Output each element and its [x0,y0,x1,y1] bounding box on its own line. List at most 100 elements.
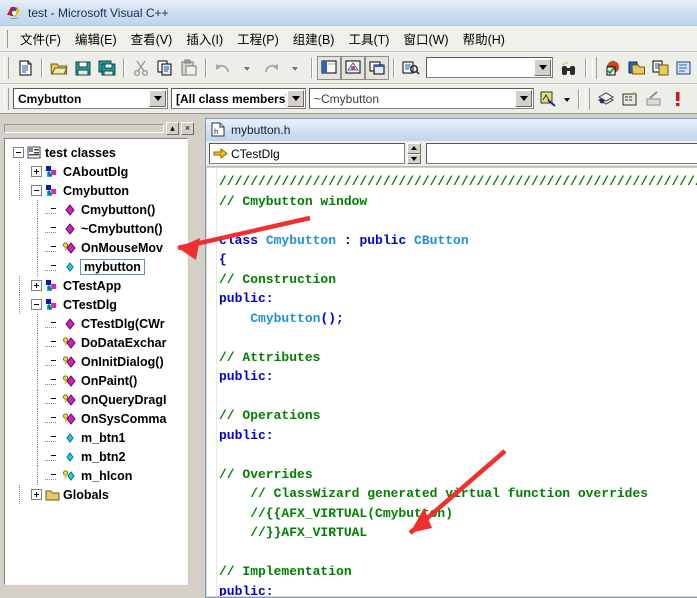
tree-collapse-button[interactable] [31,299,42,310]
tree-indent [5,466,49,485]
menu-help[interactable]: 帮助(H) [456,26,512,51]
open-folder-icon[interactable] [47,56,71,80]
tree-expand-button[interactable] [31,280,42,291]
member-combo-value: ~Cmybutton [314,91,380,106]
tree-node-cmybutton[interactable]: Cmybutton [5,181,187,200]
undo-icon[interactable] [211,56,235,80]
tree-node-test-classes[interactable]: test classes [5,143,187,162]
scope-spinner-down[interactable] [407,153,421,164]
exclamation-icon[interactable] [666,87,690,111]
redo-icon[interactable] [259,56,283,80]
tree-expand-button[interactable] [31,489,42,500]
panel-close-button[interactable]: × [181,121,194,135]
code-token: public [359,232,415,248]
members-combo-dropdown-icon[interactable] [287,90,304,107]
tree-guide-line [37,447,38,466]
tree-node-m-hicon[interactable]: m_hIcon [5,466,187,485]
menu-window[interactable]: 窗口(W) [396,26,455,51]
menu-edit[interactable]: 编辑(E) [68,26,124,51]
tree-collapse-button[interactable] [31,185,42,196]
tree-node-onpaint[interactable]: OnPaint() [5,371,187,390]
save-all-icon[interactable] [95,56,119,80]
tree-expand-button[interactable] [31,166,42,177]
tree-collapse-button[interactable] [13,147,24,158]
tree-node-onsyscomma[interactable]: OnSysComma [5,409,187,428]
wizardbar-grip[interactable] [4,87,9,110]
member-combo-dropdown-icon[interactable] [515,90,532,107]
scope-combo[interactable]: CTestDlg [209,143,405,164]
tree-node-mybutton[interactable]: mybutton [5,257,187,276]
paste-icon[interactable] [177,56,201,80]
output-window-icon[interactable] [341,55,365,80]
build-icon[interactable] [618,87,642,111]
standard-toolbar-grip[interactable] [4,56,9,79]
redo-dropdown-icon[interactable] [283,56,307,80]
compile-icon[interactable] [594,87,618,111]
menu-insert[interactable]: 插入(I) [179,26,230,51]
members-combo[interactable]: [All class members] [171,88,306,109]
copy-icon[interactable] [153,56,177,80]
new-file-icon[interactable] [13,56,37,80]
editor-titlebar[interactable]: h mybutton.h [206,119,697,141]
open-project-icon[interactable] [625,56,649,80]
tree-node-cmybutton[interactable]: Cmybutton() [5,200,187,219]
tree-node-dodataexchar[interactable]: DoDataExchar [5,333,187,352]
wizardbar-dropdown-icon[interactable] [560,87,574,111]
code-line: // Overrides [219,465,697,485]
find-combo[interactable] [426,57,553,78]
tree-node-m-btn1[interactable]: m_btn1 [5,428,187,447]
bookmark-combo[interactable] [426,143,697,164]
editor-toolbar: CTestDlg [206,141,697,167]
class-combo-dropdown-icon[interactable] [149,90,166,107]
menu-project[interactable]: 工程(P) [230,26,286,51]
tree-node-caboutdlg[interactable]: CAboutDlg [5,162,187,181]
member-variable-icon [63,260,78,274]
tree-node-onquerydragi[interactable]: OnQueryDragI [5,390,187,409]
menu-build[interactable]: 组建(B) [286,26,342,51]
class-view-tree[interactable]: test classes CAboutDlg Cmybutton Cmybutton(… [4,138,188,585]
tree-node-ctestapp[interactable]: CTestApp [5,276,187,295]
tree-guide-line [19,162,20,181]
editor-selection-margin[interactable] [207,168,217,596]
class-combo[interactable]: Cmybutton [13,88,168,109]
find-in-files-icon[interactable] [399,56,423,80]
window-list-icon[interactable] [365,55,389,80]
scope-spinner[interactable] [407,143,421,164]
menu-file[interactable]: 文件(F) [13,26,68,51]
cut-scissors-icon[interactable] [129,56,153,80]
tree-leaf-connector [45,204,60,215]
tree-node-m-btn2[interactable]: m_btn2 [5,447,187,466]
tree-node-globals[interactable]: Globals [5,485,187,504]
copy-project-icon[interactable] [649,56,673,80]
tree-node-label: m_btn2 [81,449,126,464]
menubar-grip[interactable] [4,29,8,48]
wizardbar-action-icon[interactable] [536,87,560,111]
code-editor-surface[interactable]: ////////////////////////////////////////… [207,168,697,596]
tree-node-onmousemov[interactable]: OnMouseMov [5,238,187,257]
build-toolbar-grip[interactable] [585,87,590,110]
find-combo-dropdown-icon[interactable] [534,59,551,76]
stop-build-icon[interactable] [642,87,666,111]
member-variable-icon [63,431,78,445]
save-icon[interactable] [71,56,95,80]
misc-tool-icon[interactable] [673,56,697,80]
menu-view[interactable]: 查看(V) [124,26,180,51]
tree-node--cmybutton[interactable]: ~Cmybutton() [5,219,187,238]
tree-node-oninitdialog[interactable]: OnInitDialog() [5,352,187,371]
window-titlebar: test - Microsoft Visual C++ [0,0,697,26]
tree-node-ctestdlg-cwr[interactable]: CTestDlg(CWr [5,314,187,333]
undo-dropdown-icon[interactable] [235,56,259,80]
workspace-window-icon[interactable] [317,55,341,80]
code-content[interactable]: ////////////////////////////////////////… [219,172,697,596]
check-spelling-icon[interactable] [601,56,625,80]
tree-node-ctestdlg[interactable]: CTestDlg [5,295,187,314]
panel-minimize-button[interactable]: ▴ [166,121,179,135]
member-combo[interactable]: ~Cmybutton [309,88,534,109]
scope-spinner-up[interactable] [407,143,421,154]
panel-minimize-label: ▴ [170,122,175,133]
binoculars-find-icon[interactable] [557,56,581,80]
menu-tools[interactable]: 工具(T) [341,26,396,51]
right-toolbar-grip[interactable] [592,56,597,79]
panel-caption-gripper[interactable] [4,123,164,133]
